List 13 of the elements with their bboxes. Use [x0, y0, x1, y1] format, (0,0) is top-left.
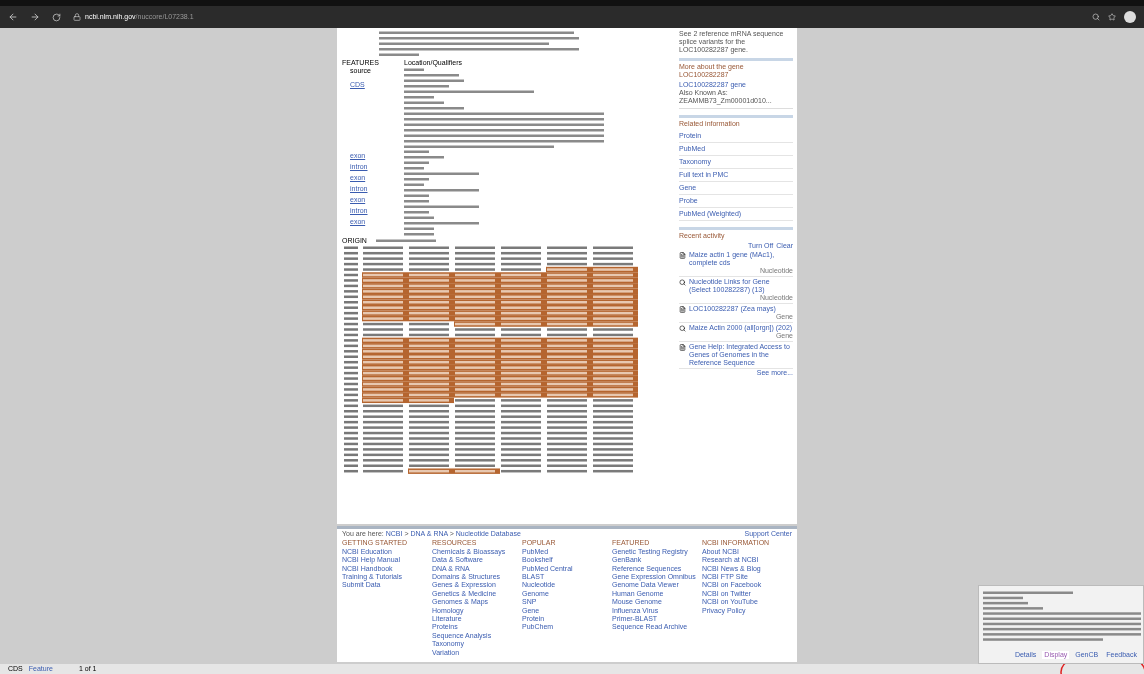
- forward-icon[interactable]: [30, 12, 40, 22]
- document-icon: [679, 252, 686, 259]
- search-icon[interactable]: [1092, 13, 1100, 21]
- reload-icon[interactable]: [52, 12, 61, 22]
- search-icon: [679, 279, 686, 286]
- document-icon: [679, 344, 686, 351]
- profile-avatar[interactable]: [1124, 11, 1136, 23]
- back-icon[interactable]: [8, 12, 18, 22]
- search-icon: [679, 325, 686, 332]
- document-icon: [679, 306, 686, 313]
- star-icon[interactable]: [1108, 13, 1116, 21]
- origin-text-drawing: [376, 238, 436, 244]
- lock-icon: [73, 13, 81, 21]
